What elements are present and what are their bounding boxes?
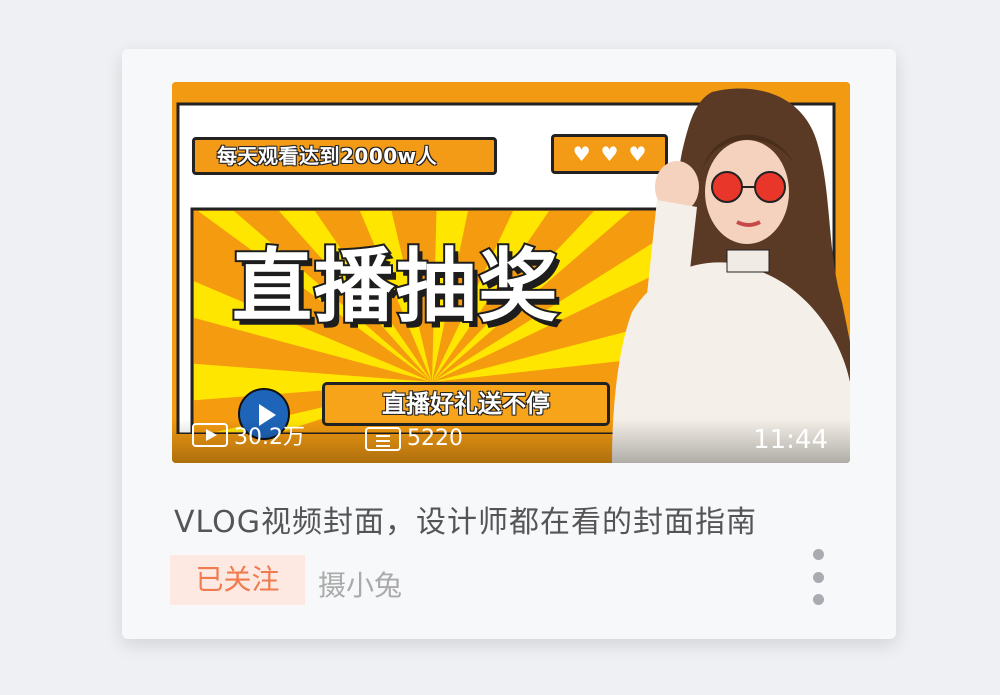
daily-views-banner: 每天观看达到2000w人	[192, 137, 497, 175]
more-dot	[812, 594, 824, 605]
play-icon	[192, 423, 228, 447]
danmu-count-value: 5220	[407, 426, 463, 451]
play-count: 30.2万	[192, 419, 305, 451]
danmu-icon	[365, 426, 401, 451]
model-photo	[612, 88, 850, 463]
more-dot	[812, 571, 824, 583]
heart-icon: ♥	[572, 142, 591, 166]
headline-text: 直播抽奖	[230, 240, 560, 333]
author-name[interactable]: 摄小兔	[318, 564, 402, 604]
video-card[interactable]: 每天观看达到2000w人 ♥ ♥ ♥ 直播抽奖 直播好礼送不停 30.2万 52…	[122, 49, 896, 639]
more-icon[interactable]	[808, 549, 828, 605]
followed-badge[interactable]: 已关注	[170, 555, 305, 605]
video-duration: 11:44	[753, 425, 828, 455]
play-count-value: 30.2万	[234, 425, 305, 450]
more-dot	[812, 549, 824, 560]
video-title[interactable]: VLOG视频封面，设计师都在看的封面指南	[174, 497, 757, 541]
danmu-count: 5220	[365, 426, 463, 451]
video-thumbnail[interactable]: 每天观看达到2000w人 ♥ ♥ ♥ 直播抽奖 直播好礼送不停 30.2万 52…	[172, 82, 850, 463]
